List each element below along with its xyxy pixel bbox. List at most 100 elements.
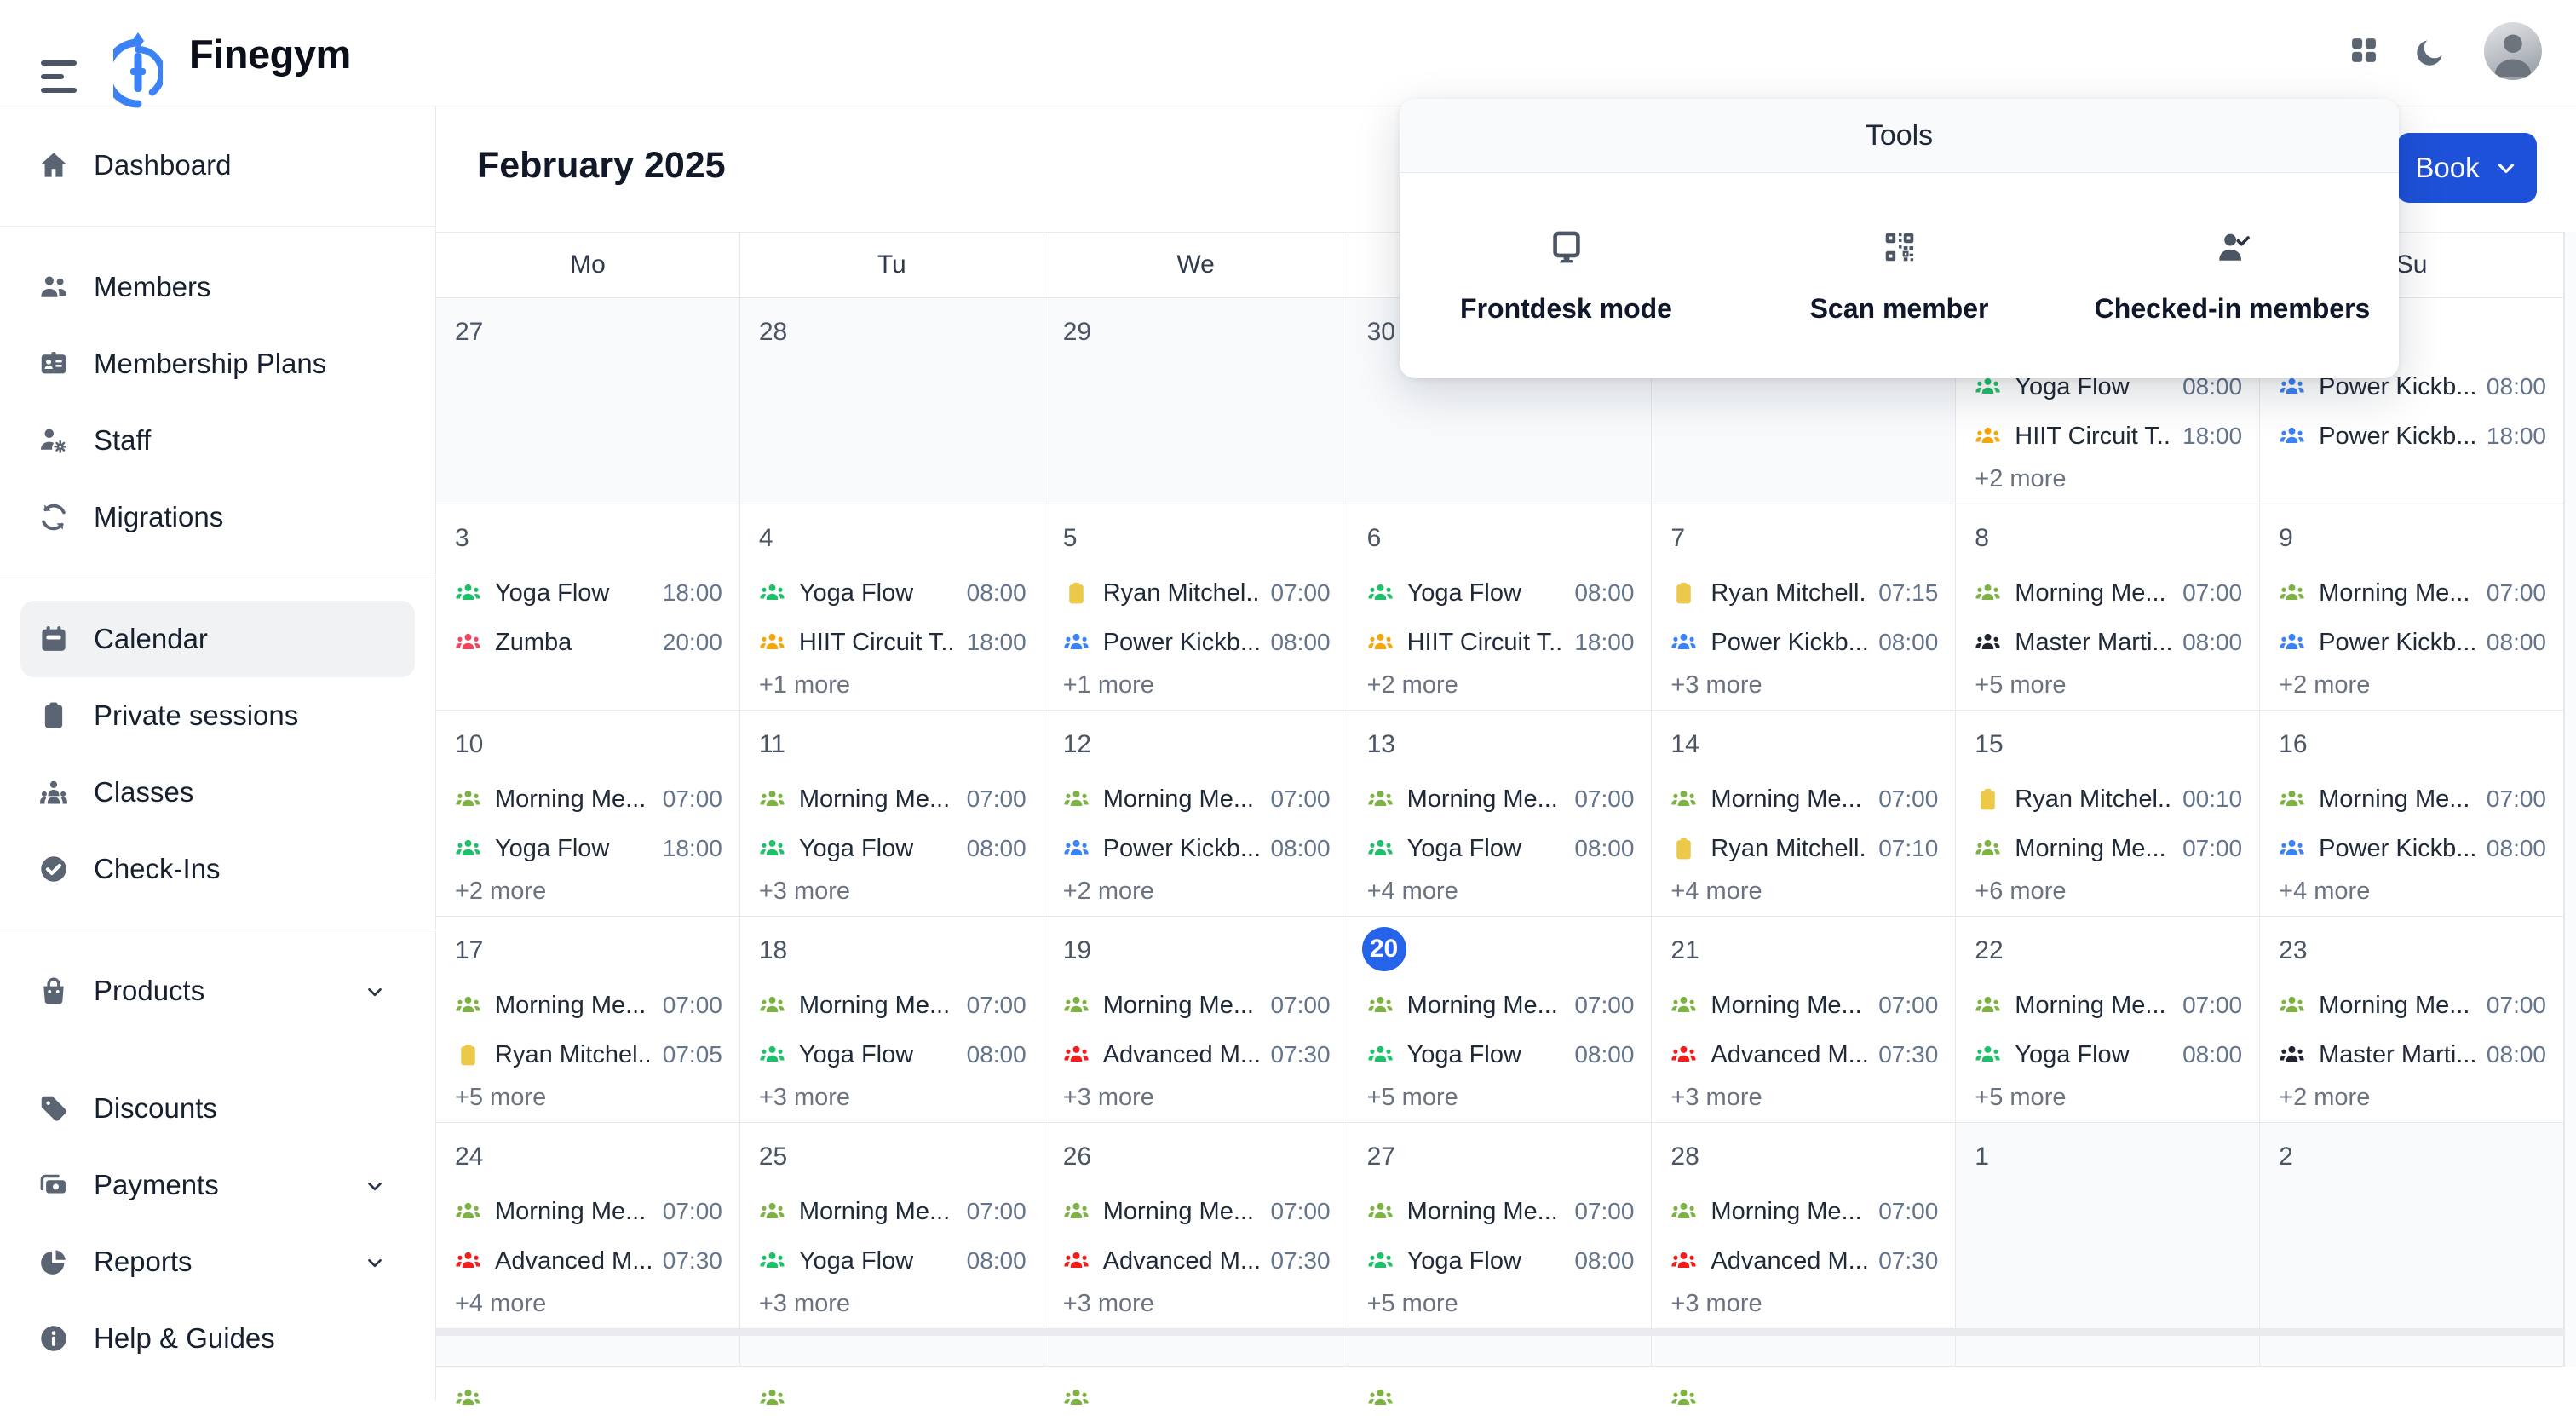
tool-scan-member[interactable]: Scan member xyxy=(1733,173,2066,378)
event-item[interactable]: Morning Me...07:00 xyxy=(1670,987,1938,1024)
event-item[interactable]: Morning Me...07:00 xyxy=(1063,1193,1331,1230)
day-cell-29[interactable]: 29 xyxy=(1044,298,1348,504)
more-events-link[interactable]: +3 more xyxy=(759,1290,1026,1318)
more-events-link[interactable]: +4 more xyxy=(1670,878,1938,906)
day-cell-12[interactable]: 12Morning Me...07:00Power Kickb...08:00+… xyxy=(1044,711,1348,917)
day-cell-16[interactable]: 16Morning Me...07:00Power Kickb...08:00+… xyxy=(2260,711,2564,917)
event-item[interactable]: Yoga Flow08:00 xyxy=(1367,830,1635,867)
event-item[interactable]: Advanced M...07:30 xyxy=(1670,1242,1938,1280)
sidebar-item-classes[interactable]: Classes xyxy=(0,754,435,831)
event-item[interactable]: Morning Me...07:00 xyxy=(2279,574,2546,612)
event-item[interactable]: Morning Me...07:00 xyxy=(1367,987,1635,1024)
sidebar-item-check-ins[interactable]: Check-Ins xyxy=(0,831,435,907)
event-item[interactable]: Power Kickb...18:00 xyxy=(2279,417,2546,455)
more-events-link[interactable]: +3 more xyxy=(1670,1290,1938,1318)
day-cell-24[interactable]: 24Morning Me...07:00Advanced M...07:30+4… xyxy=(436,1123,740,1329)
event-item[interactable]: Morning Me...07:00 xyxy=(455,1193,722,1230)
day-cell-10[interactable]: 10Morning Me...07:00Yoga Flow18:00+2 mor… xyxy=(436,711,740,917)
event-item[interactable]: Morning Me...07:00 xyxy=(1975,830,2242,867)
event-item[interactable]: Morning Me...07:00 xyxy=(2279,780,2546,818)
scrollbar-gutter[interactable] xyxy=(2564,232,2576,1367)
more-events-link[interactable]: +6 more xyxy=(1975,878,2242,906)
sidebar-item-dashboard[interactable]: Dashboard xyxy=(0,127,435,204)
day-cell-2[interactable]: 2 xyxy=(2260,1123,2564,1329)
day-cell-9[interactable]: 9Morning Me...07:00Power Kickb...08:00+2… xyxy=(2260,504,2564,711)
more-events-link[interactable]: +2 more xyxy=(455,878,722,906)
more-events-link[interactable]: +3 more xyxy=(1670,1084,1938,1112)
more-events-link[interactable]: +4 more xyxy=(1367,878,1635,906)
event-item[interactable]: Yoga Flow08:00 xyxy=(759,1242,1026,1280)
event-item[interactable]: Advanced M...07:30 xyxy=(1670,1036,1938,1074)
event-item[interactable]: Morning Me...07:00 xyxy=(1975,987,2242,1024)
event-item[interactable]: HIIT Circuit T...18:00 xyxy=(1367,624,1635,661)
event-item[interactable]: Yoga Flow08:00 xyxy=(1367,1242,1635,1280)
more-events-link[interactable]: +2 more xyxy=(2279,1084,2546,1112)
day-cell-13[interactable]: 13Morning Me...07:00Yoga Flow08:00+4 mor… xyxy=(1348,711,1653,917)
event-item[interactable]: Ryan Mitchel...07:05 xyxy=(455,1036,722,1074)
day-cell-11[interactable]: 11Morning Me...07:00Yoga Flow08:00+3 mor… xyxy=(740,711,1044,917)
sidebar-item-members[interactable]: Members xyxy=(0,249,435,325)
more-events-link[interactable]: +3 more xyxy=(1063,1084,1331,1112)
day-cell-20[interactable]: 20Morning Me...07:00Yoga Flow08:00+5 mor… xyxy=(1348,917,1653,1123)
event-item[interactable]: Morning Me...07:00 xyxy=(455,780,722,818)
sidebar-toggle-hamburger-icon[interactable] xyxy=(41,60,78,98)
event-item[interactable]: Master Marti...08:00 xyxy=(2279,1036,2546,1074)
day-cell-15[interactable]: 15Ryan Mitchel...00:10Morning Me...07:00… xyxy=(1956,711,2260,917)
more-events-link[interactable]: +5 more xyxy=(1367,1290,1635,1318)
event-item[interactable]: Advanced M...07:30 xyxy=(1063,1242,1331,1280)
more-events-link[interactable]: +1 more xyxy=(1063,671,1331,699)
sidebar-item-calendar[interactable]: Calendar xyxy=(20,601,415,677)
more-events-link[interactable]: +4 more xyxy=(2279,878,2546,906)
user-avatar[interactable] xyxy=(2484,22,2542,80)
more-events-link[interactable]: +5 more xyxy=(1367,1084,1635,1112)
event-item[interactable]: Power Kickb...08:00 xyxy=(1670,624,1938,661)
more-events-link[interactable]: +1 more xyxy=(759,671,1026,699)
day-cell-18[interactable]: 18Morning Me...07:00Yoga Flow08:00+3 mor… xyxy=(740,917,1044,1123)
event-item[interactable]: Morning Me...07:00 xyxy=(759,780,1026,818)
sidebar-item-help-guides[interactable]: Help & Guides xyxy=(0,1300,435,1377)
day-cell-28[interactable]: 28Morning Me...07:00Advanced M...07:30+3… xyxy=(1652,1123,1956,1329)
more-events-link[interactable]: +2 more xyxy=(2279,671,2546,699)
event-item[interactable]: Ryan Mitchel...00:10 xyxy=(1975,780,2242,818)
more-events-link[interactable]: +3 more xyxy=(759,878,1026,906)
event-item[interactable]: Morning Me...07:00 xyxy=(1670,780,1938,818)
day-cell-1[interactable]: 1 xyxy=(1956,1123,2260,1329)
event-item[interactable]: Power Kickb...08:00 xyxy=(1063,830,1331,867)
sidebar-item-staff[interactable]: Staff xyxy=(0,402,435,479)
day-cell-8[interactable]: 8Morning Me...07:00Master Marti...08:00+… xyxy=(1956,504,2260,711)
event-item[interactable]: Zumba20:00 xyxy=(455,624,722,661)
event-item[interactable]: Ryan Mitchell...07:15 xyxy=(1670,574,1938,612)
event-item[interactable]: Power Kickb...08:00 xyxy=(1063,624,1331,661)
event-item[interactable]: Power Kickb...08:00 xyxy=(2279,624,2546,661)
event-item[interactable]: Morning Me...07:00 xyxy=(759,1193,1026,1230)
tool-frontdesk-mode[interactable]: Frontdesk mode xyxy=(1400,173,1733,378)
event-item[interactable]: Morning Me...07:00 xyxy=(1367,1193,1635,1230)
event-item[interactable]: Ryan Mitchel...07:00 xyxy=(1063,574,1331,612)
dark-mode-moon-icon[interactable] xyxy=(2412,36,2447,74)
day-cell-4[interactable]: 4Yoga Flow08:00HIIT Circuit T...18:00+1 … xyxy=(740,504,1044,711)
event-item[interactable]: Morning Me...07:00 xyxy=(455,987,722,1024)
day-cell-6[interactable]: 6Yoga Flow08:00HIIT Circuit T...18:00+2 … xyxy=(1348,504,1653,711)
event-item[interactable]: Yoga Flow18:00 xyxy=(455,830,722,867)
more-events-link[interactable]: +5 more xyxy=(455,1084,722,1112)
day-cell-21[interactable]: 21Morning Me...07:00Advanced M...07:30+3… xyxy=(1652,917,1956,1123)
event-item[interactable]: Yoga Flow18:00 xyxy=(455,574,722,612)
more-events-link[interactable]: +3 more xyxy=(1063,1290,1331,1318)
event-item[interactable]: Yoga Flow08:00 xyxy=(759,830,1026,867)
event-item[interactable]: Morning Me...07:00 xyxy=(759,987,1026,1024)
event-item[interactable]: Yoga Flow08:00 xyxy=(759,574,1026,612)
event-item[interactable]: Morning Me...07:00 xyxy=(1063,987,1331,1024)
event-item[interactable]: Morning Me...07:00 xyxy=(1975,574,2242,612)
event-item[interactable]: Yoga Flow08:00 xyxy=(1367,574,1635,612)
more-events-link[interactable]: +2 more xyxy=(1975,465,2242,493)
event-item[interactable]: Master Marti...08:00 xyxy=(1975,624,2242,661)
more-events-link[interactable]: +5 more xyxy=(1975,671,2242,699)
sidebar-item-discounts[interactable]: Discounts xyxy=(0,1070,435,1147)
day-cell-28[interactable]: 28 xyxy=(740,298,1044,504)
day-cell-23[interactable]: 23Morning Me...07:00Master Marti...08:00… xyxy=(2260,917,2564,1123)
event-item[interactable]: Yoga Flow08:00 xyxy=(1975,1036,2242,1074)
sidebar-item-private-sessions[interactable]: Private sessions xyxy=(0,677,435,754)
day-cell-27[interactable]: 27Morning Me...07:00Yoga Flow08:00+5 mor… xyxy=(1348,1123,1653,1329)
day-cell-22[interactable]: 22Morning Me...07:00Yoga Flow08:00+5 mor… xyxy=(1956,917,2260,1123)
more-events-link[interactable]: +2 more xyxy=(1367,671,1635,699)
